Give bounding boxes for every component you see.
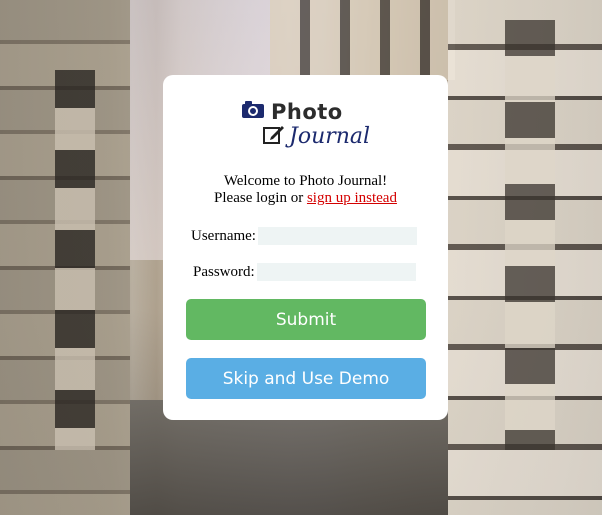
background-windows-left [55, 70, 95, 450]
username-label: Username: [191, 227, 256, 244]
edit-icon [263, 124, 285, 149]
skip-demo-button[interactable]: Skip and Use Demo [186, 358, 426, 399]
signup-link[interactable]: sign up instead [307, 190, 397, 206]
app-logo: Photo Journal [241, 95, 381, 155]
camera-icon [241, 99, 265, 124]
logo-photo-text: Photo [271, 99, 343, 124]
password-input[interactable] [256, 263, 416, 281]
login-prompt-text: Please login or [214, 190, 307, 206]
welcome-line: Welcome to Photo Journal! [223, 173, 388, 189]
password-row: Password: [193, 263, 416, 281]
background-building-center [270, 0, 455, 80]
logo-row-journal: Journal [263, 124, 370, 149]
password-label: Password: [193, 263, 255, 280]
login-card: Photo Journal Welcome to Photo Journal! … [163, 75, 448, 420]
username-row: Username: [191, 227, 417, 245]
submit-button[interactable]: Submit [186, 299, 426, 340]
logo-journal-text: Journal [289, 124, 371, 149]
background-windows-right [505, 20, 555, 450]
login-prompt: Please login or sign up instead [163, 190, 448, 207]
logo-row-photo: Photo [241, 99, 343, 124]
username-input[interactable] [257, 227, 417, 245]
welcome-message: Welcome to Photo Journal! Please login o… [163, 173, 448, 207]
